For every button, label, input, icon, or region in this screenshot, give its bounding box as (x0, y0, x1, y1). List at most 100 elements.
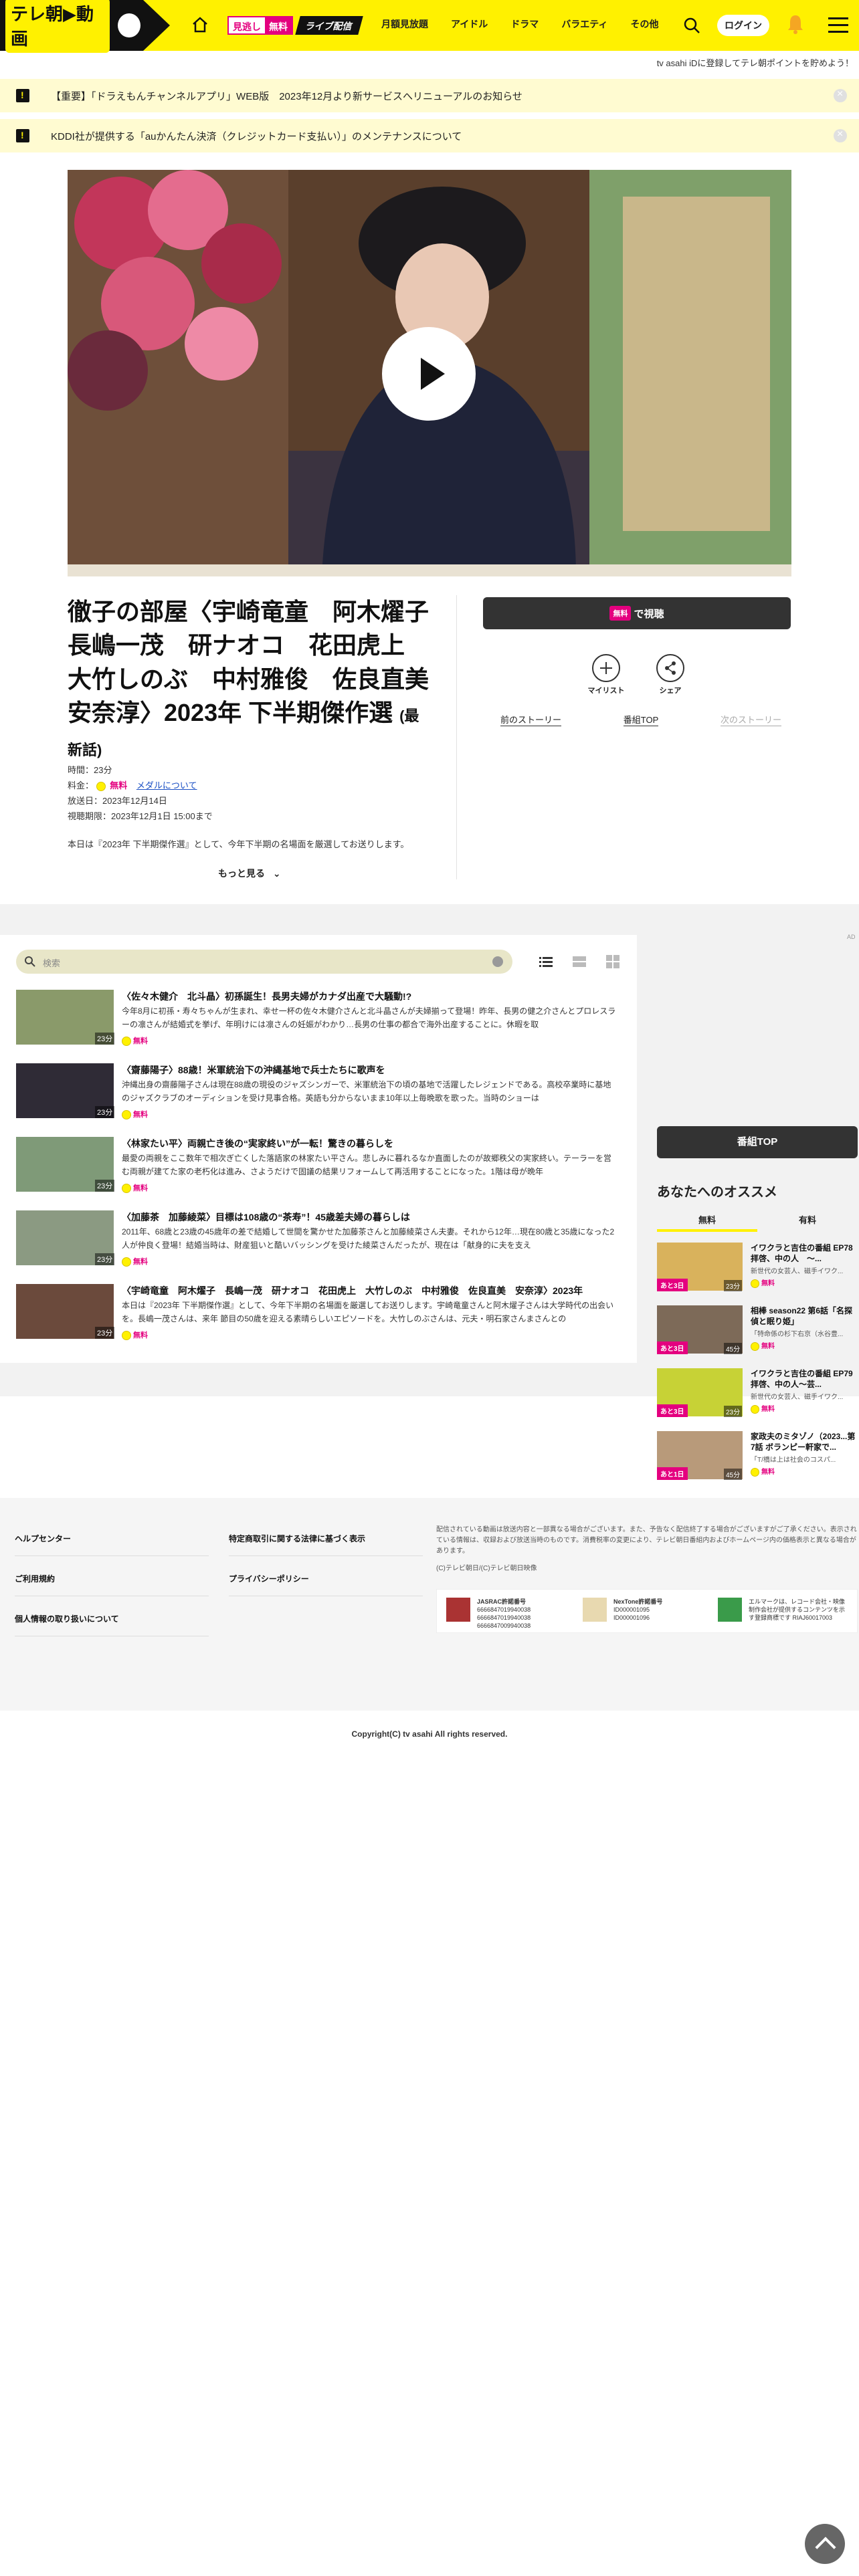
episode-item-desc: 最愛の両親をここ数年で相次ぎ亡くした落語家の林家たい平さん。悲しみに暮れるなか直… (122, 1154, 612, 1176)
episode-item-desc: 今年8月に初孫・寿々ちゃんが生まれ、幸せ一杯の佐々木健介さんと北斗晶さんが夫婦揃… (122, 1006, 616, 1029)
duration-badge: 23分 (95, 1033, 115, 1045)
point-promo-link[interactable]: tv asahi iDに登録してテレ朝ポイントを貯めよう！ (657, 56, 854, 69)
footer-link-privacy-policy[interactable]: プライバシーポリシー (229, 1573, 309, 1584)
days-left-badge: あと1日 (657, 1467, 688, 1480)
share-button[interactable]: シェア (650, 654, 690, 695)
search-placeholder: 検索 (43, 958, 61, 968)
recommend-item[interactable]: あと3日 23分 イワクラと吉住の番組 EP78 拝啓、中の人 〜... 新世代… (657, 1243, 858, 1296)
page-bottom-area (0, 1711, 859, 2576)
price-free: 無料 (110, 780, 128, 790)
episode-item-desc: 本日は『2023年 下半期傑作選』として、今年下半期の名場面を厳選してお送りしま… (122, 1301, 614, 1323)
bell-icon[interactable] (786, 13, 805, 35)
large-thumb-view-icon[interactable] (573, 955, 586, 968)
column-divider (456, 595, 457, 879)
recommend-item[interactable]: あと1日 45分 家政夫のミタゾノ（2023...第7話 ボランピー軒家で...… (657, 1431, 858, 1485)
notice-flag-icon (16, 129, 29, 142)
hamburger-menu-icon[interactable] (828, 17, 848, 33)
footer-link-help[interactable]: ヘルプセンター (15, 1533, 71, 1544)
program-top-link[interactable]: 番組TOP (623, 713, 659, 726)
nextone-logo-icon (583, 1598, 607, 1622)
recommend-title: イワクラと吉住の番組 EP79 拝啓、中の人〜芸... (751, 1369, 853, 1389)
jasrac-logo-icon (446, 1598, 470, 1622)
l-mark-icon (718, 1598, 742, 1622)
free-badge: 無料 (122, 1329, 148, 1340)
footer-link-terms[interactable]: ご利用規約 (15, 1573, 55, 1584)
site-header: テレ朝▶動画 見逃し 無料 ライブ配信 月額見放題 アイドル ドラマ バラエティ… (0, 0, 859, 53)
nav-item-monthly[interactable]: 月額見放題 (381, 17, 428, 31)
site-logo[interactable]: テレ朝▶動画 (0, 0, 143, 53)
episode-item-title: 〈宇崎竜童 阿木燿子 長嶋一茂 研ナオコ 花田虎上 大竹しのぶ 中村雅俊 佐良直… (122, 1285, 583, 1296)
recommend-desc: 新世代の女芸人、磁手イワク... (751, 1394, 844, 1401)
free-label: 無料 (265, 17, 292, 33)
notice-banner[interactable]: 【重要】「ドラえもんチャンネルアプリ」WEB版 2023年12月より新サービスへ… (0, 79, 859, 112)
close-icon[interactable] (834, 88, 847, 102)
live-badge[interactable]: ライブ配信 (295, 16, 363, 35)
footer-link-commerce-law[interactable]: 特定商取引に関する法律に基づく表示 (229, 1533, 365, 1544)
grid-view-icon[interactable] (606, 955, 619, 968)
share-icon (656, 654, 684, 682)
notice-banner[interactable]: KDDI社が提供する「auかんたん決済（クレジットカード支払い）」のメンテナンス… (0, 119, 859, 152)
clear-icon[interactable] (492, 956, 503, 967)
episode-item-title: 〈佐々木健介 北斗晶〉初孫誕生！長男夫婦がカナダ出産で大騒動!? (122, 991, 412, 1002)
nav-item-other[interactable]: その他 (630, 17, 658, 31)
home-icon[interactable] (191, 16, 209, 33)
recommend-item[interactable]: あと3日 45分 相棒 season22 第6話「名探偵と眠り姫」 「特命係の杉… (657, 1305, 858, 1359)
credit-text: (C)テレビ朝日/(C)テレビ朝日映像 (436, 1565, 537, 1572)
page-top-button[interactable] (805, 2524, 845, 2564)
story-navigation: 前のストーリー 番組TOP 次のストーリー (500, 713, 781, 726)
logo-text: テレ朝▶動画 (5, 0, 110, 53)
nextone-number: ID000001096 (613, 1614, 650, 1621)
list-view-icon[interactable] (539, 955, 553, 968)
episode-search-input[interactable]: 検索 (16, 950, 512, 974)
play-button[interactable] (382, 327, 476, 421)
notice-text: 【重要】「ドラえもんチャンネルアプリ」WEB版 2023年12月より新サービスへ… (51, 90, 522, 102)
watch-free-button[interactable]: 無料 で視聴 (483, 597, 791, 629)
list-item[interactable]: 23分 〈佐々木健介 北斗晶〉初孫誕生！長男夫婦がカナダ出産で大騒動!? 今年8… (16, 990, 618, 1054)
nav-item-variety[interactable]: バラエティ (561, 17, 607, 31)
nav-item-drama[interactable]: ドラマ (510, 17, 539, 31)
list-item[interactable]: 23分 〈林家たい平〉両親亡き後の“実家終い”が一転！驚きの暮らしを 最愛の両親… (16, 1137, 618, 1201)
prev-story-link[interactable]: 前のストーリー (500, 713, 562, 726)
free-badge: 無料 (122, 1256, 148, 1267)
episode-item-title: 〈加藤茶 加藤綾菜〉目標は108歳の“茶寿”！45歳差夫婦の暮らしは (122, 1212, 410, 1222)
video-player[interactable] (68, 170, 791, 576)
list-item[interactable]: 23分 〈宇崎竜童 阿木燿子 長嶋一茂 研ナオコ 花田虎上 大竹しのぶ 中村雅俊… (16, 1284, 618, 1348)
logo-arrow-decoration (143, 0, 170, 51)
show-more-button[interactable]: もっと見る ⌄ (218, 867, 281, 880)
price-label: 料金： (68, 780, 94, 790)
jasrac-title: JASRAC許諾番号 (477, 1598, 527, 1605)
mylist-button[interactable]: マイリスト (586, 654, 626, 695)
episode-description: 本日は『2023年 下半期傑作選』として、今年下半期の名場面を厳選してお送りしま… (68, 839, 409, 849)
mitsu-free-badge[interactable]: 見逃し 無料 (227, 16, 293, 35)
duration-badge: 23分 (95, 1327, 115, 1339)
plus-icon (592, 654, 620, 682)
search-icon[interactable] (682, 16, 701, 35)
tab-paid[interactable]: 有料 (757, 1213, 858, 1226)
recommend-title: イワクラと吉住の番組 EP78 拝啓、中の人 〜... (751, 1243, 853, 1263)
episode-item-desc: 2011年、68歳と23歳の45歳年の差で結婚して世間を驚かせた加藤茶さんと加藤… (122, 1227, 615, 1250)
share-label: シェア (659, 687, 682, 695)
list-item[interactable]: 23分 〈齋藤陽子〉88歳！米軍統治下の沖縄基地で兵士たちに歌声を 沖縄出身の齋… (16, 1063, 618, 1128)
duration-badge: 45分 (724, 1343, 743, 1354)
list-item[interactable]: 23分 〈加藤茶 加藤綾菜〉目標は108歳の“茶寿”！45歳差夫婦の暮らしは 2… (16, 1210, 618, 1275)
duration-text: 時間：23分 (68, 765, 112, 775)
nav-item-idol[interactable]: アイドル (451, 17, 488, 31)
chevron-down-icon: ⌄ (272, 868, 281, 879)
episode-item-title: 〈齋藤陽子〉88歳！米軍統治下の沖縄基地で兵士たちに歌声を (122, 1065, 385, 1075)
episode-item-title: 〈林家たい平〉両親亡き後の“実家終い”が一転！驚きの暮らしを (122, 1138, 393, 1149)
footer-link-privacy-handling[interactable]: 個人情報の取り扱いについて (15, 1613, 119, 1624)
nextone-number: ID000001095 (613, 1606, 650, 1613)
recommend-heading: あなたへのオススメ (657, 1185, 777, 1200)
duration-badge: 23分 (724, 1280, 743, 1291)
program-top-button[interactable]: 番組TOP (657, 1126, 858, 1158)
tab-free[interactable]: 無料 (657, 1213, 757, 1226)
free-badge: 無料 (751, 1403, 775, 1414)
recommend-item[interactable]: あと3日 23分 イワクラと吉住の番組 EP79 拝啓、中の人〜芸... 新世代… (657, 1368, 858, 1422)
login-button[interactable]: ログイン (717, 15, 769, 36)
notice-flag-icon (16, 89, 29, 102)
days-left-badge: あと3日 (657, 1404, 688, 1417)
recommend-desc: 「T/橋は上は社会のコスパ... (751, 1457, 836, 1464)
medal-info-link[interactable]: メダルについて (136, 780, 197, 790)
jasrac-number: 6666847019940038 (477, 1614, 531, 1621)
close-icon[interactable] (834, 128, 847, 142)
